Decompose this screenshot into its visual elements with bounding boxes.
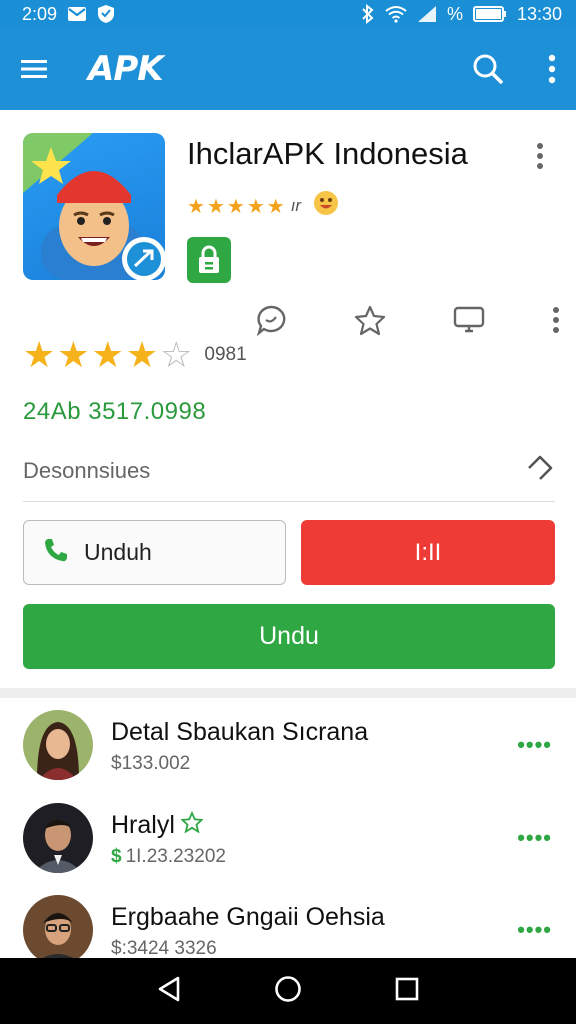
dollar-icon: $ (111, 846, 122, 867)
more-vert-icon[interactable] (548, 54, 556, 84)
list-item[interactable]: Detal Sbaukan Sıcrana $133.002 •••• (0, 700, 576, 790)
unduh-outline-label: Unduh (84, 539, 152, 565)
star-icon: ★ (246, 195, 265, 218)
red-action-button[interactable]: I:II (301, 520, 555, 585)
phone-icon (42, 536, 70, 570)
shield-icon (97, 4, 115, 24)
action-icons (255, 304, 560, 341)
star-icon: ★ (125, 334, 159, 375)
avatar (23, 710, 93, 780)
battery-percent: % (446, 3, 463, 24)
bluetooth-icon (361, 4, 375, 24)
red-action-label: I:II (414, 538, 442, 566)
share-icon[interactable] (525, 453, 555, 488)
unduh-outline-button[interactable]: Unduh (23, 520, 286, 585)
section-divider (0, 688, 576, 698)
star-icon: ★ (23, 334, 56, 375)
star-half-icon: ★ (266, 195, 285, 218)
more-vert-icon[interactable] (552, 306, 560, 339)
system-nav-bar (0, 958, 576, 1024)
list-item[interactable]: Hralyl $ 1I.23.23202 •••• (0, 793, 576, 883)
comment-icon[interactable] (255, 304, 287, 341)
monitor-icon[interactable] (453, 305, 485, 340)
list-item-title: Hralyl (111, 811, 175, 839)
mini-rating: ★ ★ ★ ★ ★ ır (187, 190, 339, 222)
avatar (23, 803, 93, 873)
more-horiz-icon[interactable]: •••• (517, 917, 552, 943)
signal-icon (417, 5, 437, 23)
download-label: Undu (259, 622, 319, 650)
description-label: Desonnsiues (23, 457, 151, 483)
battery-icon (472, 6, 507, 22)
mini-rating-text: ır (290, 196, 302, 215)
list-item-subtitle: $:3424 3326 (111, 938, 217, 959)
download-button[interactable]: Undu (23, 604, 555, 669)
list-item-title: Ergbaahe Gngaii Oehsia (111, 903, 385, 931)
list-item-title: Detal Sbaukan Sıcrana (111, 718, 369, 746)
star-icon: ★ (91, 334, 124, 375)
wifi-icon (385, 5, 407, 23)
back-icon[interactable] (156, 975, 182, 1008)
rating-row: ★ ★ ★ ★ ☆ 0981 (23, 337, 247, 373)
status-time-right: 13:30 (516, 3, 562, 24)
app-bar: APK (0, 28, 576, 110)
list-item-subtitle: 1I.23.23202 (125, 846, 226, 867)
star-icon: ★ (57, 334, 90, 375)
apk-logo[interactable]: APK (88, 49, 164, 89)
more-horiz-icon[interactable]: •••• (517, 732, 552, 758)
emoji-icon (313, 190, 339, 222)
mail-icon (67, 6, 87, 22)
rating-count: 0981 (204, 344, 247, 365)
list-item-subtitle: $133.002 (111, 753, 191, 774)
more-vert-icon[interactable] (536, 142, 544, 175)
lock-icon (187, 237, 231, 283)
star-icon: ★ (226, 195, 245, 218)
app-title: IhclarAPK Indonesia (187, 136, 468, 171)
recents-icon[interactable] (394, 976, 420, 1007)
star-outline-icon: ☆ (160, 334, 193, 375)
hamburger-icon[interactable] (20, 58, 48, 80)
avatar (23, 895, 93, 965)
star-icon: ★ (187, 195, 205, 218)
star-icon: ★ (206, 195, 225, 218)
status-time-left: 2:09 (22, 3, 58, 24)
description-row[interactable]: Desonnsiues (23, 440, 555, 502)
app-icon[interactable] (23, 133, 165, 280)
search-icon[interactable] (472, 53, 504, 85)
app-stats: 24Ab 3517.0998 (23, 398, 207, 425)
more-horiz-icon[interactable]: •••• (517, 825, 552, 851)
home-icon[interactable] (274, 975, 302, 1008)
status-bar: 2:09 % 13:30 (0, 0, 576, 28)
star-outline-icon (180, 810, 204, 840)
star-outline-icon[interactable] (354, 304, 386, 341)
